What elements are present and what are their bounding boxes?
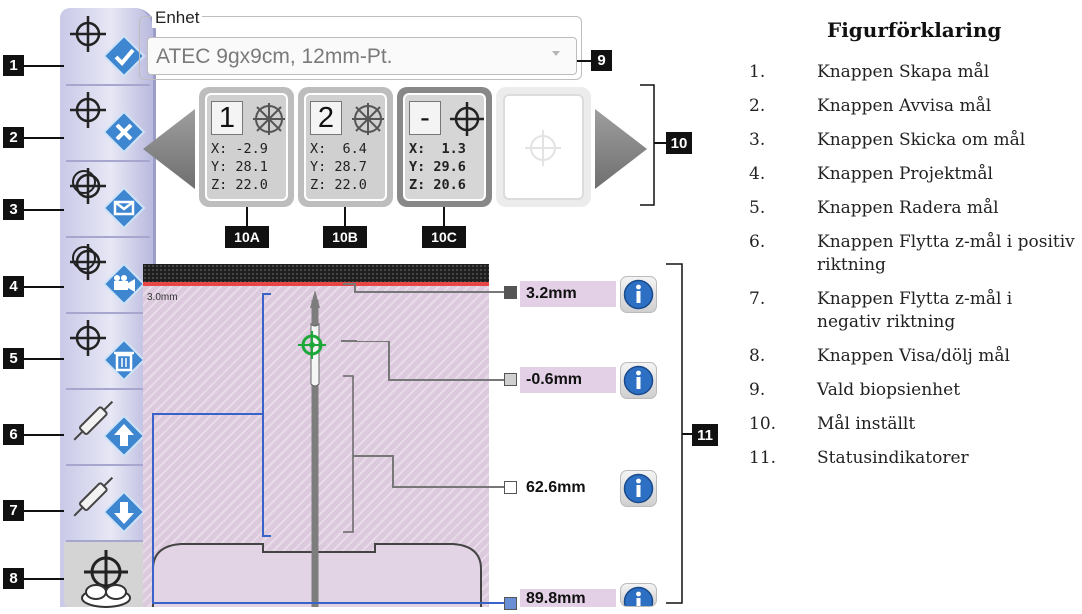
placeholder-target-icon bbox=[525, 130, 561, 166]
legend-item: 8. Knappen Visa/dölj mål bbox=[749, 346, 1010, 366]
create-target-button[interactable] bbox=[64, 10, 148, 82]
legend-item: 5. Knappen Radera mål bbox=[749, 198, 999, 218]
info-button[interactable] bbox=[620, 583, 657, 607]
callout-6: 6 bbox=[3, 424, 24, 445]
callout-10a: 10A bbox=[225, 226, 269, 248]
rejected-target-icon bbox=[253, 103, 285, 135]
show-hide-targets-icon bbox=[81, 550, 131, 608]
target-x: X: -2.9 bbox=[211, 141, 268, 157]
info-button[interactable] bbox=[620, 362, 657, 399]
scroll-left-arrow-icon[interactable] bbox=[143, 109, 195, 189]
legend-item: 9. Vald biopsienhet bbox=[749, 380, 961, 400]
callout-3: 3 bbox=[3, 199, 24, 220]
jog-positive-icon bbox=[73, 400, 146, 458]
device-legend: Enhet bbox=[152, 8, 203, 28]
target-card-2[interactable]: 2 X: 6.4 Y: 28.7 Z: 22.0 bbox=[298, 87, 393, 207]
rejected-target-icon bbox=[352, 103, 384, 135]
jog-negative-icon bbox=[73, 476, 146, 534]
target-index: 1 bbox=[211, 101, 243, 135]
legend-item: 1. Knappen Skapa mål bbox=[749, 62, 990, 82]
legend-item: 10. Mål inställt bbox=[749, 414, 916, 434]
resend-targets-button[interactable] bbox=[64, 162, 148, 234]
target-index: 2 bbox=[310, 101, 342, 135]
callout-10b: 10B bbox=[323, 226, 367, 248]
callout-1: 1 bbox=[3, 55, 24, 76]
device-select-value: ATEC 9gx9cm, 12mm-Pt. bbox=[156, 45, 393, 68]
empty-target-slot[interactable] bbox=[496, 87, 591, 207]
info-button[interactable] bbox=[620, 276, 657, 313]
jog-positive-button[interactable] bbox=[64, 390, 148, 462]
callout-7: 7 bbox=[3, 500, 24, 521]
legend-item: 3. Knappen Skicka om mål bbox=[749, 130, 1026, 150]
resend-targets-icon bbox=[70, 168, 146, 230]
callout-10c: 10C bbox=[422, 226, 466, 248]
project-targets-icon bbox=[70, 244, 146, 306]
callout-2: 2 bbox=[3, 127, 24, 148]
target-crosshair-icon bbox=[450, 102, 484, 136]
callout-9: 9 bbox=[591, 50, 612, 71]
indicator-swatch bbox=[504, 481, 517, 494]
project-targets-button[interactable] bbox=[64, 238, 148, 310]
target-x: X: 1.3 bbox=[409, 141, 466, 157]
indicator-swatch bbox=[504, 373, 517, 386]
target-z: Z: 22.0 bbox=[211, 177, 268, 193]
create-target-icon bbox=[70, 16, 146, 78]
legend-item: 7. Knappen Flytta z-mål i negativ riktnin… bbox=[749, 289, 1013, 332]
jog-negative-button[interactable] bbox=[64, 466, 148, 538]
info-icon bbox=[623, 473, 654, 504]
info-button[interactable] bbox=[620, 470, 657, 507]
reject-target-button[interactable] bbox=[64, 86, 148, 158]
target-index: - bbox=[409, 101, 441, 135]
indicator-value: 3.2mm bbox=[520, 281, 616, 307]
indicator-value: 89.8mm bbox=[520, 589, 616, 607]
callout-11: 11 bbox=[692, 424, 718, 446]
indicator-value: 62.6mm bbox=[520, 475, 616, 501]
indicator-swatch bbox=[504, 286, 517, 299]
target-toolbar bbox=[60, 8, 156, 608]
indicator-value: -0.6mm bbox=[520, 367, 616, 393]
target-z: Z: 20.6 bbox=[409, 177, 466, 193]
device-select[interactable]: ATEC 9gx9cm, 12mm-Pt. bbox=[147, 37, 577, 75]
callout-10: 10 bbox=[666, 132, 692, 154]
legend-item: 6. Knappen Flytta z-mål i positiv riktnin… bbox=[749, 232, 1075, 275]
target-z: Z: 22.0 bbox=[310, 177, 367, 193]
callout-8: 8 bbox=[3, 568, 24, 589]
info-icon bbox=[623, 586, 654, 606]
info-icon bbox=[623, 279, 654, 310]
legend-item: 11. Statusindikatorer bbox=[749, 448, 969, 468]
target-x: X: 6.4 bbox=[310, 141, 367, 157]
target-y: Y: 28.1 bbox=[211, 159, 268, 175]
legend-list: 1. Knappen Skapa mål 2. Knappen Avvisa mål… bbox=[749, 61, 1079, 481]
legend-item: 2. Knappen Avvisa mål bbox=[749, 96, 992, 116]
target-card-1[interactable]: 1 X: -2.9 Y: 28.1 Z: 22.0 bbox=[199, 87, 294, 207]
indicator-swatch bbox=[504, 597, 517, 610]
legend-item: 4. Knappen Projektmål bbox=[749, 164, 993, 184]
legend-title: Figurförklaring bbox=[827, 18, 1002, 42]
stroke-margin-bracket bbox=[262, 293, 271, 537]
target-y: Y: 29.6 bbox=[409, 159, 466, 175]
delete-target-icon bbox=[70, 320, 146, 382]
target-card-active[interactable]: - X: 1.3 Y: 29.6 Z: 20.6 bbox=[397, 87, 492, 207]
reject-target-icon bbox=[70, 92, 146, 154]
needle-status-view: 3.0mm bbox=[143, 264, 489, 607]
info-icon bbox=[623, 365, 654, 396]
target-y: Y: 28.7 bbox=[310, 159, 367, 175]
show-hide-targets-button[interactable] bbox=[64, 542, 148, 608]
delete-target-button[interactable] bbox=[64, 314, 148, 386]
chevron-down-icon bbox=[552, 51, 560, 56]
callout-5: 5 bbox=[3, 348, 24, 369]
callout-4: 4 bbox=[3, 276, 24, 297]
